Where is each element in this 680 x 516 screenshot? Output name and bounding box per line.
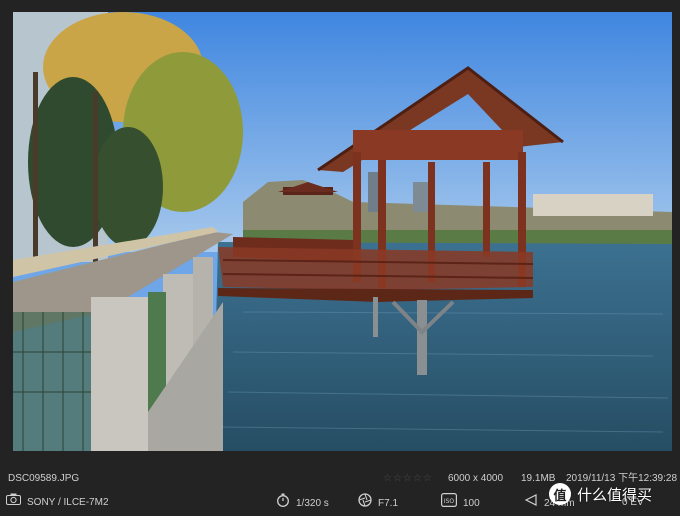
iso-icon: ISO	[441, 493, 458, 515]
photo-viewer: DSC09589.JPG ☆☆☆☆☆ 6000 x 4000 19.1MB 20…	[0, 0, 680, 516]
focal-length-icon	[524, 493, 538, 515]
camera-icon	[6, 493, 21, 513]
iso-info: ISO 100	[441, 493, 480, 515]
iso-value: 100	[463, 498, 480, 509]
site-watermark: 值 什么值得买	[549, 481, 652, 507]
camera-model: SONY / ILCE-7M2	[27, 497, 109, 508]
image-dimensions: 6000 x 4000	[448, 473, 504, 484]
shutter-info: 1/320 s	[276, 493, 329, 515]
camera-info: SONY / ILCE-7M2	[6, 493, 109, 514]
photo-image	[13, 12, 672, 451]
stopwatch-icon	[276, 493, 290, 515]
star-rating[interactable]: ☆☆☆☆☆	[383, 470, 433, 488]
svg-text:ISO: ISO	[444, 498, 455, 505]
aperture-info: F7.1	[358, 493, 398, 515]
aperture-icon	[358, 493, 372, 515]
watermark-badge-icon: 值	[549, 483, 571, 505]
photo-canvas[interactable]	[13, 12, 672, 451]
watermark-text: 什么值得买	[577, 485, 653, 504]
filename-label: DSC09589.JPG	[8, 473, 80, 484]
shutter-speed: 1/320 s	[296, 498, 329, 509]
aperture-value: F7.1	[378, 498, 399, 509]
